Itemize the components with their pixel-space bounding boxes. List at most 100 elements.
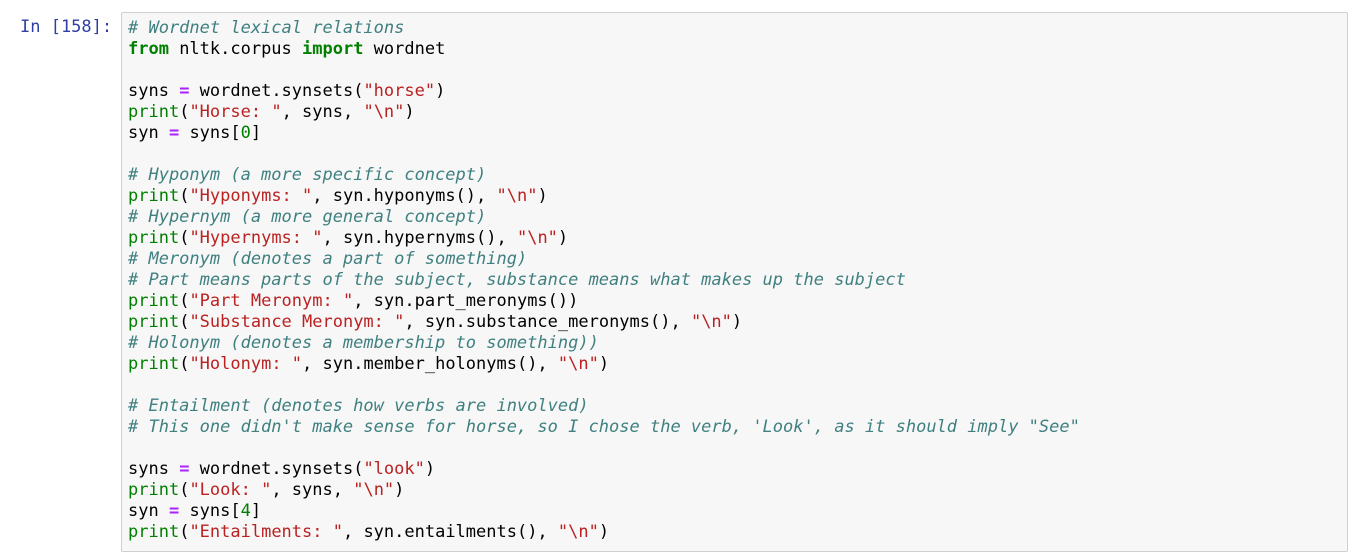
code-token-comment: # Meronym (denotes a part of something) xyxy=(128,249,528,269)
code-token-text: ) xyxy=(598,522,610,542)
code-token-text: ) xyxy=(404,102,415,122)
code-token-text: syn xyxy=(128,123,169,143)
code-token-text: , syns, xyxy=(281,102,364,122)
code-token-builtin: print xyxy=(128,186,180,206)
code-token-string: "\n" xyxy=(516,228,558,248)
code-line: # This one didn't make sense for horse, … xyxy=(128,417,1080,438)
code-token-text: wordnet.synsets( xyxy=(189,81,364,101)
code-token-string: "Holonym: " xyxy=(189,354,303,374)
code-line: print("Hyponyms: ", syn.hyponyms(), "\n"… xyxy=(128,186,1080,207)
code-token-text: ) xyxy=(537,186,548,206)
code-token-string: "\n" xyxy=(557,522,599,542)
code-token-keyword: import xyxy=(302,39,364,59)
code-token-text: ( xyxy=(179,228,190,248)
code-token-keyword: from xyxy=(128,39,169,59)
code-token-text: ( xyxy=(179,354,190,374)
code-token-comment: # Wordnet lexical relations xyxy=(128,18,405,38)
code-token-string: "Horse: " xyxy=(189,102,282,122)
code-line: syn = syns[4] xyxy=(128,501,1080,522)
code-token-text: syn xyxy=(128,501,169,521)
code-token-string: "Look: " xyxy=(189,480,272,500)
notebook-code-cell: In [158]: # Wordnet lexical relations fro… xyxy=(0,0,1360,560)
code-token-text: syns[ xyxy=(179,123,241,143)
code-token-text: , syn.hypernyms(), xyxy=(322,228,517,248)
code-line: # Wordnet lexical relations xyxy=(128,18,1080,39)
code-token-comment: # Part means parts of the subject, subst… xyxy=(128,270,906,290)
code-token-text: ] xyxy=(250,501,262,521)
code-token-operator: = xyxy=(179,459,190,479)
code-token-text: , syn.entailments(), xyxy=(342,522,558,542)
code-token-text: ] xyxy=(250,123,262,143)
code-token-text: , syn.part_meronyms()) xyxy=(353,291,579,311)
code-line: # Hyponym (a more specific concept) xyxy=(128,165,1080,186)
code-token-builtin: print xyxy=(128,102,180,122)
code-line: print("Substance Meronym: ", syn.substan… xyxy=(128,312,1080,333)
code-line: # Holonym (denotes a membership to somet… xyxy=(128,333,1080,354)
code-token-text: ) xyxy=(424,459,436,479)
code-token-string: "Hyponyms: " xyxy=(189,186,313,206)
code-token-operator: = xyxy=(168,501,180,521)
code-token-comment: # Hyponym (a more specific concept) xyxy=(128,165,487,185)
code-token-text: ) xyxy=(557,228,569,248)
code-token-string: "\n" xyxy=(353,480,395,500)
code-token-builtin: print xyxy=(128,522,180,542)
code-token-comment: # Hypernym (a more general concept) xyxy=(128,207,487,227)
code-token-string: "Substance Meronym: " xyxy=(189,312,405,332)
code-line: # Entailment (denotes how verbs are invo… xyxy=(128,396,1080,417)
code-line: print("Entailments: ", syn.entailments()… xyxy=(128,522,1080,543)
code-token-text: syns xyxy=(128,81,180,101)
code-line: syns = wordnet.synsets("look") xyxy=(128,459,1080,480)
code-token-text: syns xyxy=(128,459,180,479)
code-line: syn = syns[0] xyxy=(128,123,1080,144)
code-token-text: nltk.corpus xyxy=(168,39,303,59)
code-line: print("Horse: ", syns, "\n") xyxy=(128,102,1080,123)
code-line: # Meronym (denotes a part of something) xyxy=(128,249,1080,270)
code-token-text: ( xyxy=(179,291,190,311)
code-token-string: "\n" xyxy=(690,312,732,332)
code-token-builtin: print xyxy=(128,291,180,311)
code-token-text: ) xyxy=(394,480,405,500)
code-token-builtin: print xyxy=(128,228,180,248)
code-token-text: , syns, xyxy=(271,480,354,500)
code-line: print("Part Meronym: ", syn.part_meronym… xyxy=(128,291,1080,312)
code-token-text: , syn.member_holonyms(), xyxy=(302,354,558,374)
code-token-text: , syn.hyponyms(), xyxy=(312,186,497,206)
code-line: print("Holonym: ", syn.member_holonyms()… xyxy=(128,354,1080,375)
code-line: from nltk.corpus import wordnet xyxy=(128,39,1080,60)
code-token-text: ( xyxy=(179,186,190,206)
code-line: # Hypernym (a more general concept) xyxy=(128,207,1080,228)
code-token-string: "Hypernyms: " xyxy=(189,228,323,248)
code-token-comment: # Holonym (denotes a membership to somet… xyxy=(128,333,599,353)
code-token-builtin: print xyxy=(128,480,180,500)
code-line: # Part means parts of the subject, subst… xyxy=(128,270,1080,291)
code-token-text: ( xyxy=(179,480,190,500)
code-token-string: "Entailments: " xyxy=(189,522,343,542)
code-editor[interactable]: # Wordnet lexical relations from nltk.cor… xyxy=(121,12,1348,552)
code-token-string: "horse" xyxy=(363,81,436,101)
code-token-text: ( xyxy=(179,522,190,542)
code-token-comment: # This one didn't make sense for horse, … xyxy=(128,417,1080,437)
code-token-builtin: print xyxy=(128,312,180,332)
input-prompt: In [158]: xyxy=(20,17,113,37)
code-token-string: "Part Meronym: " xyxy=(189,291,354,311)
code-content[interactable]: # Wordnet lexical relations from nltk.cor… xyxy=(128,18,1080,543)
code-token-text: wordnet xyxy=(363,39,446,59)
code-line: syns = wordnet.synsets("horse") xyxy=(128,81,1080,102)
code-line: print("Hypernyms: ", syn.hypernyms(), "\… xyxy=(128,228,1080,249)
code-token-text: wordnet.synsets( xyxy=(189,459,364,479)
code-token-number: 0 xyxy=(240,123,251,143)
code-token-string: "look" xyxy=(363,459,425,479)
code-token-comment: # Entailment (denotes how verbs are invo… xyxy=(128,396,589,416)
code-token-text: syns[ xyxy=(179,501,241,521)
code-token-text: ) xyxy=(731,312,743,332)
code-line: print("Look: ", syns, "\n") xyxy=(128,480,1080,501)
code-token-number: 4 xyxy=(240,501,251,521)
code-token-text: , syn.substance_meronyms(), xyxy=(404,312,691,332)
code-token-string: "\n" xyxy=(496,186,538,206)
code-token-string: "\n" xyxy=(363,102,405,122)
code-token-string: "\n" xyxy=(557,354,599,374)
